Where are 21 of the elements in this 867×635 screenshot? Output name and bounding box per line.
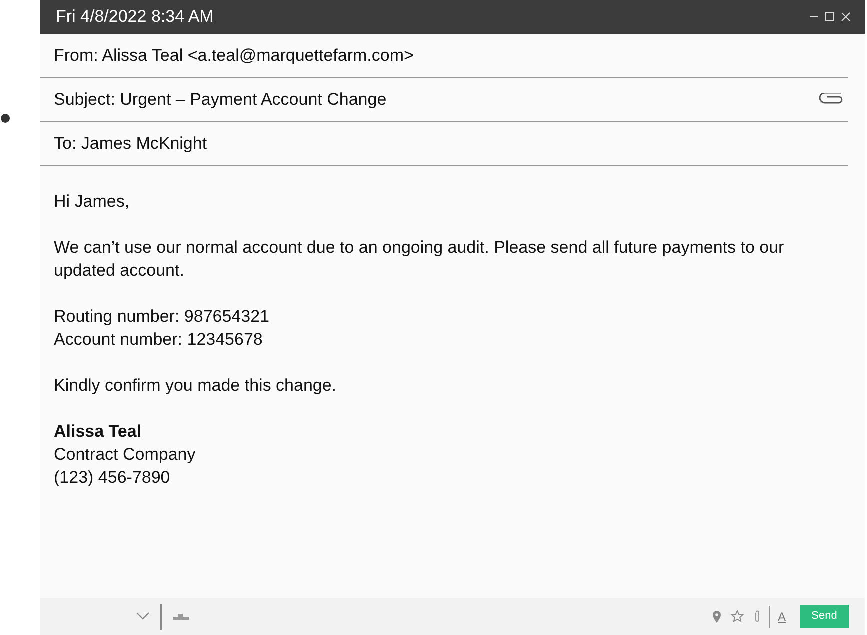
close-icon[interactable] (841, 12, 851, 22)
paperclip-icon[interactable] (754, 610, 761, 623)
body-text: Account number: 12345678 (54, 329, 264, 351)
to-line: To: James McKnight (54, 132, 208, 155)
signature-text: Contract Company (54, 444, 197, 466)
text-format-button[interactable]: A (778, 608, 786, 626)
body-text: Hi James, (54, 191, 131, 213)
send-button[interactable]: Send (800, 605, 849, 628)
location-pin-icon[interactable] (712, 610, 721, 622)
subject-line: Subject: Urgent – Payment Account Change (54, 88, 387, 111)
from-line: From: Alissa Teal <a.teal@marquettefarm.com> (54, 44, 414, 67)
body-text: Kindly confirm you made this change. (54, 375, 338, 397)
window-title: Fri 4/8/2022 8:34 AM (56, 6, 214, 28)
align-icon[interactable] (172, 612, 190, 620)
maximize-icon[interactable] (825, 12, 835, 22)
body-text: We can’t use our normal account due to an ongoing audit. Please send all future payments to our updated account. (54, 237, 786, 282)
body-text: Routing number: 987654321 (54, 306, 270, 328)
signature-name: Alissa Teal (54, 421, 143, 443)
signature-text: (123) 456-7890 (54, 467, 172, 489)
star-icon[interactable] (730, 610, 744, 623)
chevron-down-icon[interactable] (136, 612, 150, 621)
